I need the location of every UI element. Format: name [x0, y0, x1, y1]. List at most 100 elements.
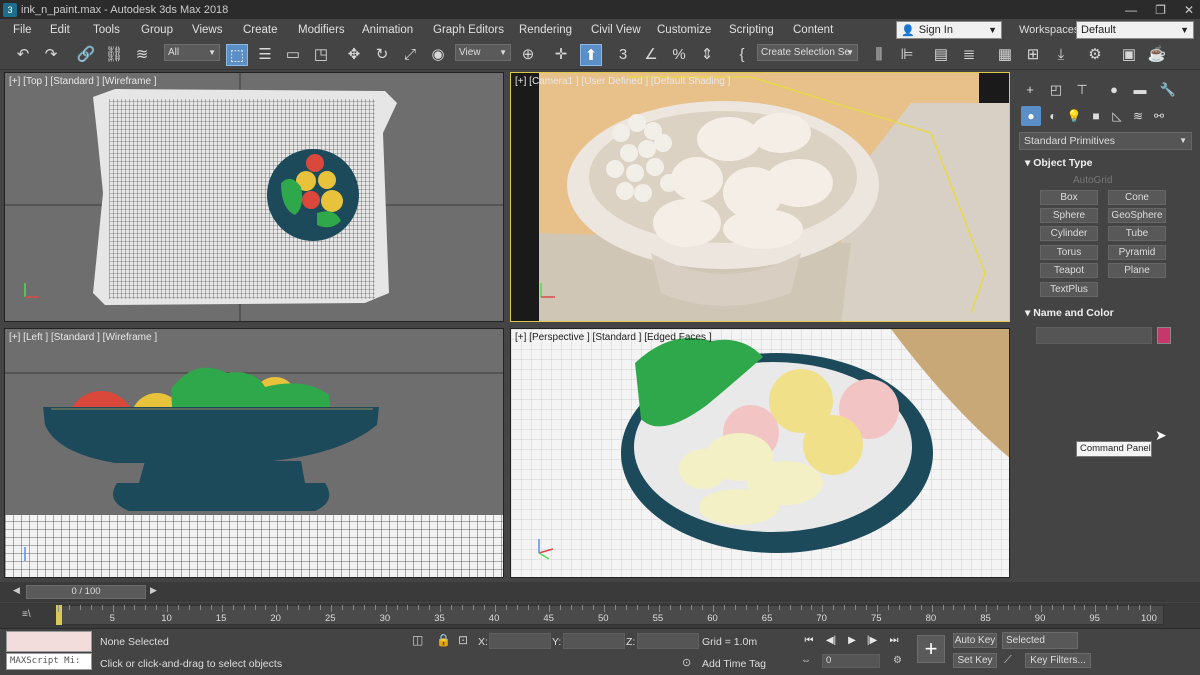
key-set-dropdown[interactable]: Selected — [1002, 632, 1078, 649]
set-key-button[interactable]: Set Key — [953, 653, 997, 668]
mirror-icon[interactable]: ⫼ — [868, 44, 890, 66]
select-manipulate-icon[interactable]: ✛ — [550, 44, 572, 66]
viewport-perspective-label[interactable]: [+] [Perspective ] [Standard ] [Edged Fa… — [515, 332, 712, 343]
lights-icon[interactable]: 💡 — [1064, 106, 1084, 126]
cameras-icon[interactable]: ■ — [1086, 106, 1106, 126]
torus-button[interactable]: Torus — [1040, 245, 1098, 260]
space-warps-icon[interactable]: ≋ — [1128, 106, 1148, 126]
go-to-start-icon[interactable]: ⏮ — [800, 633, 818, 649]
schematic-view-icon[interactable]: ⊞ — [1022, 44, 1044, 66]
link-icon[interactable]: 🔗 — [75, 44, 97, 66]
rectangular-selection-icon[interactable]: ▭ — [282, 44, 304, 66]
redo-icon[interactable]: ↷ — [40, 44, 62, 66]
x-coord-field[interactable] — [489, 633, 551, 649]
reference-coordinate-dropdown[interactable]: View ▼ — [455, 44, 511, 61]
menu-modifiers[interactable]: Modifiers — [298, 24, 345, 36]
menu-edit[interactable]: Edit — [50, 24, 70, 36]
viewport-perspective[interactable]: [+] [Perspective ] [Standard ] [Edged Fa… — [510, 328, 1010, 578]
curve-editor-toggle-icon[interactable]: ≡\ — [22, 609, 31, 620]
add-time-tag-button[interactable]: Add Time Tag — [702, 658, 766, 670]
spinner-snap-icon[interactable]: ⇕ — [696, 44, 718, 66]
isolate-selection-icon[interactable]: ◫ — [412, 633, 423, 647]
keyboard-shortcut-override-icon[interactable]: ⬆ — [580, 44, 602, 66]
minimize-button[interactable]: — — [1125, 3, 1137, 17]
primitive-category-dropdown[interactable]: Standard Primitives ▼ — [1019, 132, 1192, 150]
y-coord-field[interactable] — [563, 633, 625, 649]
percent-snap-icon[interactable]: % — [668, 44, 690, 66]
set-keys-icon[interactable]: + — [917, 635, 945, 663]
current-frame-field[interactable]: 0 — [822, 654, 880, 668]
object-type-rollout[interactable]: ▾ Object Type — [1019, 155, 1192, 171]
sign-in-dropdown[interactable]: 👤 Sign In ▼ — [896, 21, 1002, 39]
pivot-point-icon[interactable]: ⊕ — [517, 44, 539, 66]
object-name-field[interactable] — [1036, 327, 1152, 344]
sphere-button[interactable]: Sphere — [1040, 208, 1098, 223]
unlink-icon[interactable]: ⛓ — [103, 44, 125, 66]
named-selection-set-dropdown[interactable]: Create Selection Se ▼ — [757, 44, 858, 61]
teapot-button[interactable]: Teapot — [1040, 263, 1098, 278]
scale-icon[interactable]: ⤢ — [399, 44, 421, 66]
viewport-top[interactable]: [+] [Top ] [Standard ] [Wireframe ] — [4, 72, 504, 322]
menu-tools[interactable]: Tools — [93, 24, 120, 36]
scene-explorer-icon[interactable]: ▤ — [930, 44, 952, 66]
viewport-left[interactable]: [+] [Left ] [Standard ] [Wireframe ] — [4, 328, 504, 578]
placement-icon[interactable]: ◉ — [427, 44, 449, 66]
current-frame-marker[interactable] — [56, 605, 62, 625]
viewport-top-label[interactable]: [+] [Top ] [Standard ] [Wireframe ] — [9, 76, 157, 87]
menu-rendering[interactable]: Rendering — [519, 24, 572, 36]
align-icon[interactable]: ⊫ — [896, 44, 918, 66]
maxscript-mini-listener[interactable]: MAXScript Mi: — [6, 653, 92, 670]
default-tangent-icon[interactable]: ⟋ — [1004, 654, 1012, 667]
geometry-icon[interactable]: ● — [1021, 106, 1041, 126]
viewport-camera[interactable]: [+] [Camera1 ] [User Defined ] [Default … — [510, 72, 1010, 322]
slider-left-arrow-icon[interactable]: ◀ — [13, 585, 20, 596]
plane-button[interactable]: Plane — [1108, 263, 1166, 278]
utilities-tab-icon[interactable]: 🔧 — [1158, 80, 1178, 100]
rendered-frame-window-icon[interactable]: ▣ — [1118, 44, 1140, 66]
key-mode-toggle-icon[interactable]: ⇔ — [801, 655, 811, 666]
maxscript-listener-output[interactable] — [6, 631, 92, 652]
menu-civil-view[interactable]: Civil View — [591, 24, 641, 36]
menu-views[interactable]: Views — [192, 24, 222, 36]
time-slider[interactable]: 0 / 100 — [26, 585, 146, 599]
time-tag-icon[interactable]: ⊙ — [682, 656, 691, 669]
helpers-icon[interactable]: ◺ — [1107, 106, 1127, 126]
object-color-swatch[interactable] — [1157, 327, 1171, 344]
render-production-icon[interactable]: ☕ — [1146, 44, 1168, 66]
shapes-icon[interactable]: ◐ — [1043, 106, 1063, 126]
box-button[interactable]: Box — [1040, 190, 1098, 205]
layer-explorer-icon[interactable]: ≣ — [958, 44, 980, 66]
render-setup-icon[interactable]: ⚙ — [1084, 44, 1106, 66]
modify-tab-icon[interactable]: ◰ — [1046, 80, 1066, 100]
angle-snap-icon[interactable]: ∠ — [640, 44, 662, 66]
close-button[interactable]: ✕ — [1184, 3, 1194, 17]
motion-tab-icon[interactable]: ● — [1104, 80, 1124, 100]
menu-animation[interactable]: Animation — [362, 24, 413, 36]
play-icon[interactable]: ▶ — [843, 633, 861, 649]
autogrid-checkbox[interactable]: AutoGrid — [1073, 175, 1112, 186]
slider-right-arrow-icon[interactable]: ▶ — [150, 585, 157, 596]
menu-group[interactable]: Group — [141, 24, 173, 36]
snaps-toggle-icon[interactable]: 3 — [612, 44, 634, 66]
select-by-name-icon[interactable]: ☰ — [254, 44, 276, 66]
menu-customize[interactable]: Customize — [657, 24, 711, 36]
time-configuration-icon[interactable]: ⚙ — [893, 655, 902, 666]
menu-scripting[interactable]: Scripting — [729, 24, 774, 36]
rotate-icon[interactable]: ↻ — [371, 44, 393, 66]
go-to-end-icon[interactable]: ⏭ — [885, 633, 903, 649]
previous-frame-icon[interactable]: ◀| — [822, 633, 840, 649]
tube-button[interactable]: Tube — [1108, 226, 1166, 241]
name-and-color-rollout[interactable]: ▾ Name and Color — [1019, 305, 1192, 321]
selection-filter-dropdown[interactable]: All ▼ — [164, 44, 220, 61]
menu-content[interactable]: Content — [793, 24, 833, 36]
menu-file[interactable]: File — [13, 24, 32, 36]
material-editor-icon[interactable]: ⤓ — [1050, 44, 1072, 66]
restore-button[interactable]: ❐ — [1155, 3, 1166, 17]
cone-button[interactable]: Cone — [1108, 190, 1166, 205]
systems-icon[interactable]: ⚯ — [1149, 106, 1169, 126]
viewport-camera-label[interactable]: [+] [Camera1 ] [User Defined ] [Default … — [515, 76, 730, 87]
viewport-left-label[interactable]: [+] [Left ] [Standard ] [Wireframe ] — [9, 332, 157, 343]
z-coord-field[interactable] — [637, 633, 699, 649]
key-filters-button[interactable]: Key Filters... — [1025, 653, 1091, 668]
selection-lock-icon[interactable]: 🔒 — [436, 633, 451, 647]
